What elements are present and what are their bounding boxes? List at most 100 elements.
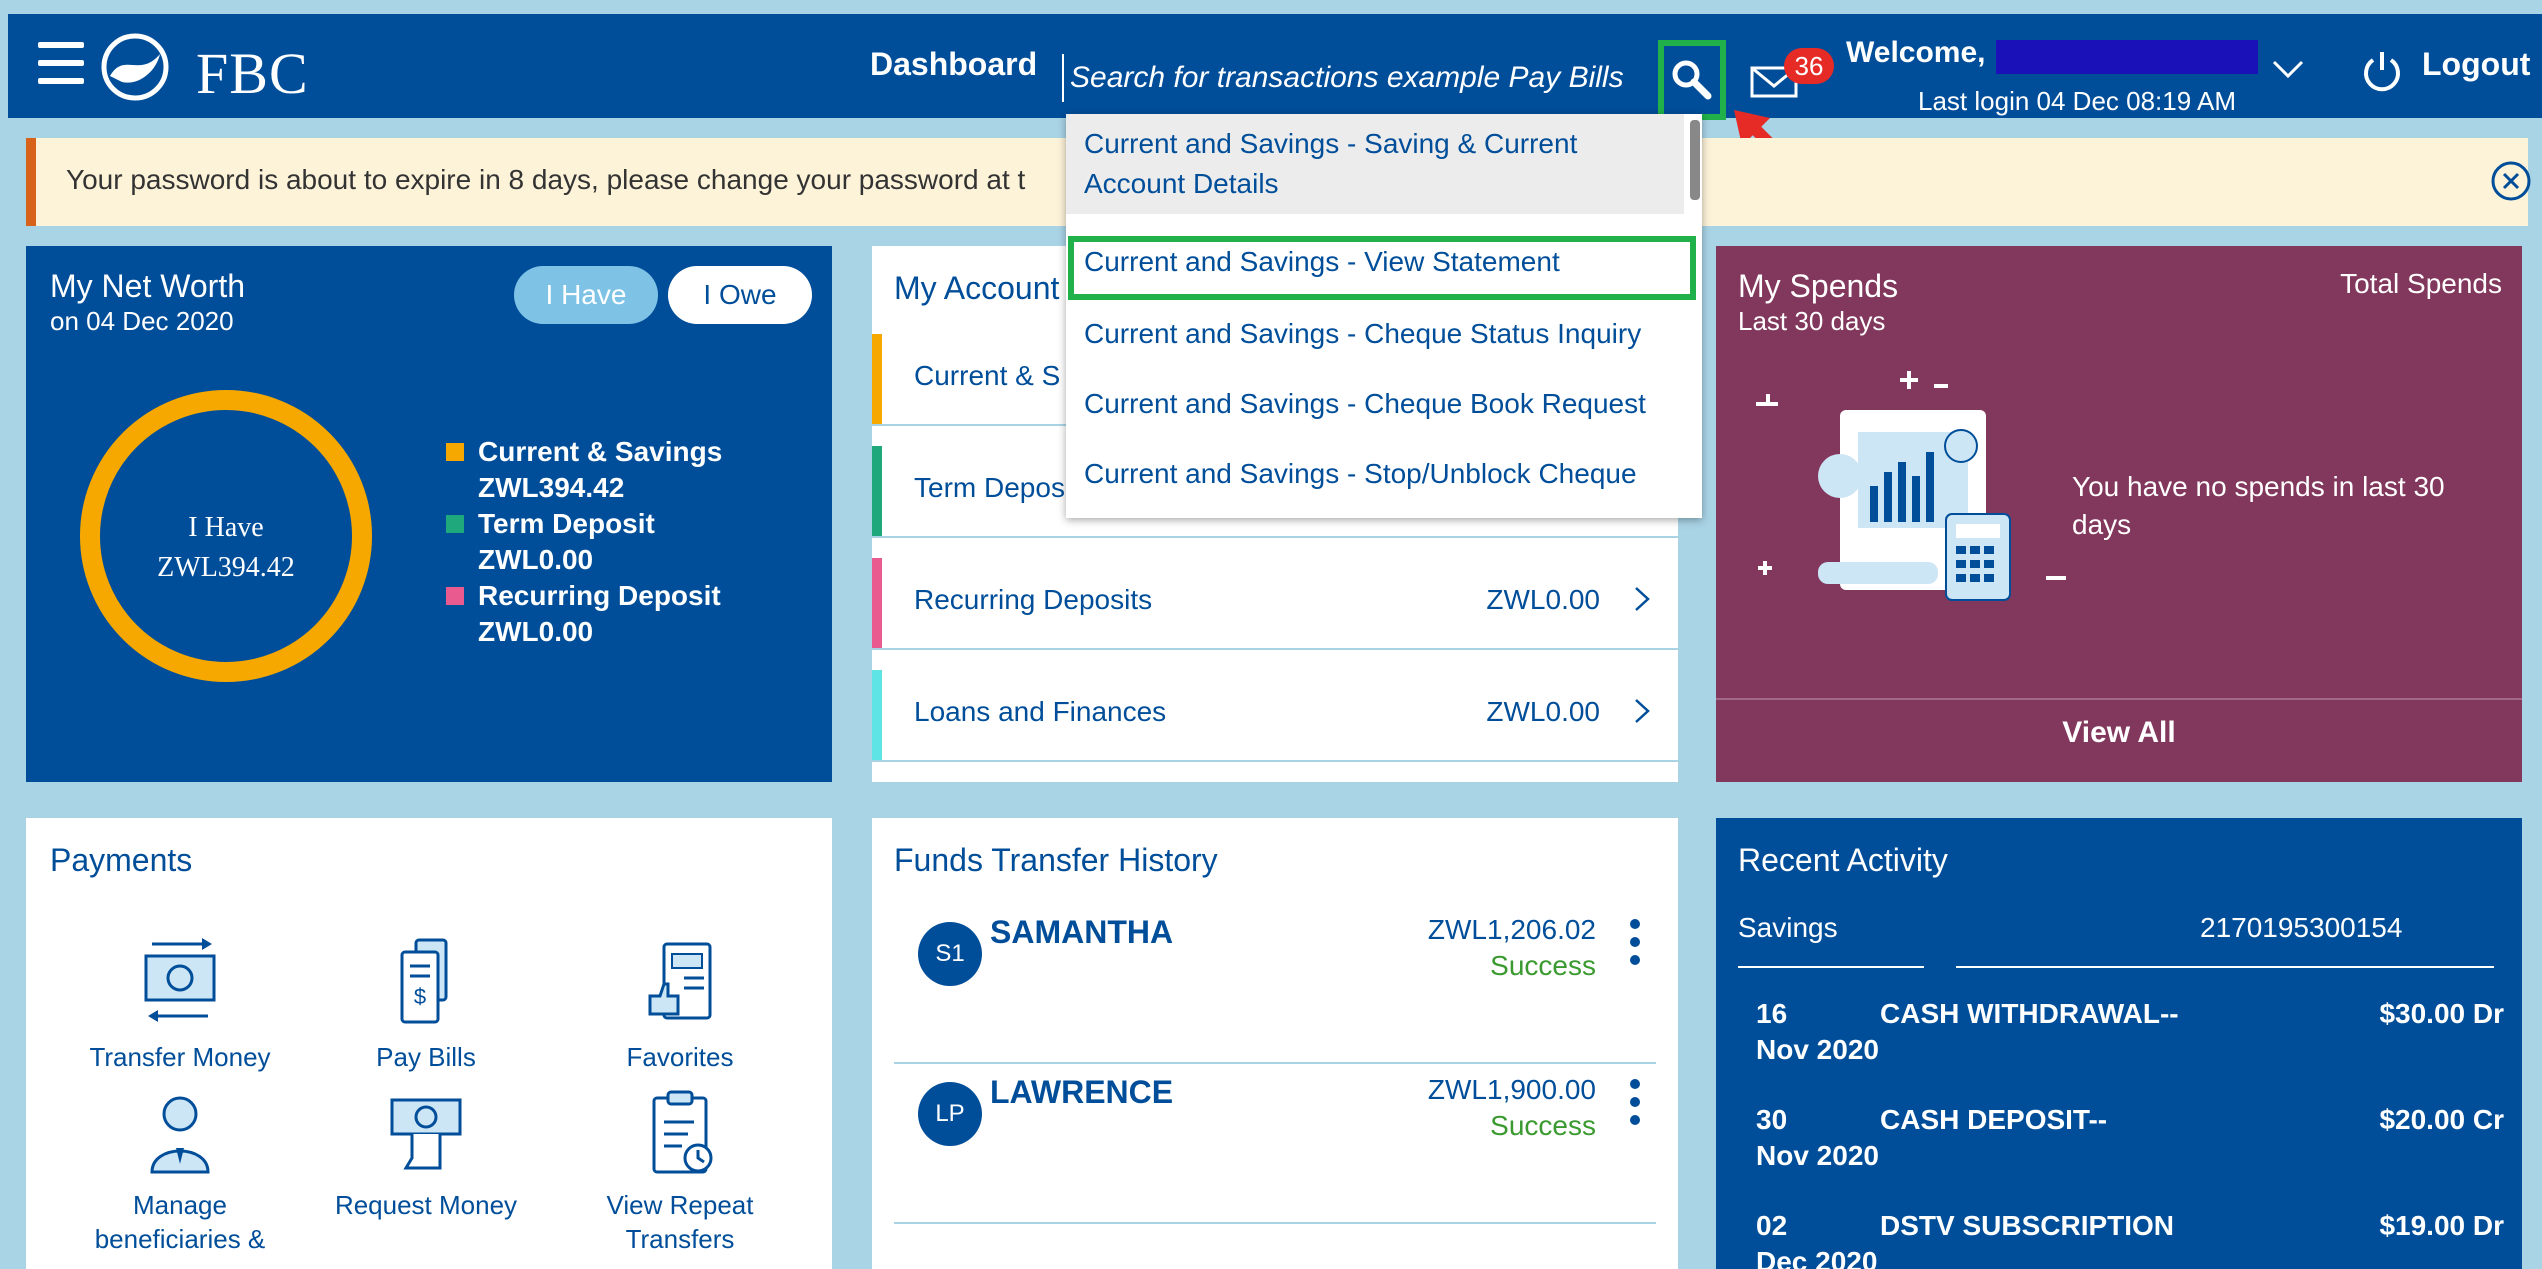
activity-month: Nov 2020 (1756, 1140, 1879, 1171)
activity-day: 16 (1756, 998, 1788, 1029)
activity-description: CASH DEPOSIT-- (1880, 1104, 2108, 1135)
card-title: Funds Transfer History (894, 842, 1218, 878)
power-icon[interactable] (2360, 48, 2404, 92)
legend-swatch (446, 443, 464, 461)
search-suggestion-item[interactable]: Current and Savings - Stop/Unblock Chequ… (1066, 454, 1684, 494)
more-options-icon[interactable] (1628, 916, 1642, 976)
transfer-amount: ZWL1,206.02 (1427, 914, 1596, 945)
welcome-label: Welcome, (1846, 36, 1986, 69)
chevron-right-icon[interactable] (1630, 584, 1654, 614)
my-spends-card: My Spends Last 30 days Total Spends You (1716, 246, 2522, 782)
beneficiary-name: LAWRENCE (990, 1074, 1174, 1110)
search-input[interactable]: Search for transactions example Pay Bill… (1062, 54, 1642, 102)
scrollbar[interactable] (1690, 120, 1700, 200)
recent-activity-card: Recent Activity Savings 2170195300154 16… (1716, 818, 2522, 1269)
net-worth-date: on 04 Dec 2020 (50, 306, 234, 336)
nav-dashboard-link[interactable]: Dashboard (870, 46, 1037, 83)
svg-text:$: $ (414, 984, 426, 1009)
payment-label: Transfer Money (89, 1042, 271, 1072)
account-row[interactable]: Loans and Finances ZWL0.00 (872, 650, 1678, 762)
total-spends-label[interactable]: Total Spends (2340, 268, 2502, 300)
activity-day: 02 (1756, 1210, 1788, 1241)
transfer-row[interactable]: S1 SAMANTHA ZWL1,206.02 Success (894, 914, 1656, 1064)
transfer-status: Success (1490, 950, 1596, 981)
activity-amount: $19.00 Dr (2379, 1210, 2504, 1241)
account-color-bar (872, 670, 882, 760)
highlight-box (1068, 236, 1696, 300)
legend-label: Current & Savings (478, 436, 723, 467)
activity-month: Dec 2020 (1756, 1246, 1878, 1269)
payment-label: Favorites (626, 1042, 734, 1072)
toggle-i-have[interactable]: I Have (514, 266, 658, 324)
chevron-down-icon[interactable] (2268, 50, 2308, 90)
pay-bills-icon: $ (400, 938, 448, 1024)
more-options-icon[interactable] (1628, 1076, 1642, 1136)
activity-month: Nov 2020 (1756, 1034, 1879, 1065)
payment-label: Pay Bills (376, 1042, 476, 1072)
payment-pay-bills[interactable]: $ Pay Bills (306, 934, 546, 1074)
account-type-select[interactable]: Savings (1738, 912, 1838, 944)
account-name: Term Depos (914, 472, 1065, 503)
manage-beneficiaries-icon (150, 1096, 210, 1174)
logout-button[interactable]: Logout (2422, 46, 2530, 83)
donut-center-label: I Have ZWL394.42 (76, 508, 376, 588)
payment-manage-beneficiaries[interactable]: Manage beneficiaries & (60, 1088, 300, 1256)
legend-value: ZWL0.00 (478, 616, 594, 647)
search-icon (1672, 60, 1712, 100)
activity-amount: $30.00 Dr (2379, 998, 2504, 1029)
report-illustration-icon (1756, 371, 2066, 601)
payment-label: Request Money (334, 1190, 518, 1220)
last-login-text: Last login 04 Dec 08:19 AM (1918, 86, 2236, 116)
card-title: My Net Worth (50, 268, 245, 304)
donut-center-title: I Have (188, 512, 264, 543)
activity-amount: $20.00 Cr (2379, 1104, 2504, 1135)
search-suggestion-item[interactable]: Current and Savings - Saving & Current A… (1066, 114, 1684, 214)
account-row[interactable]: Recurring Deposits ZWL0.00 (872, 538, 1678, 650)
request-money-icon (390, 1098, 462, 1170)
activity-description: DSTV SUBSCRIPTION (1880, 1210, 2175, 1241)
legend-value: ZWL394.42 (478, 472, 625, 503)
account-name: Recurring Deposits (914, 584, 1153, 615)
transfer-amount: ZWL1,900.00 (1427, 1074, 1596, 1105)
payments-card: Payments Transfer Money $ Pay Bills Favo… (26, 818, 832, 1269)
search-suggestion-item[interactable]: Current and Savings - Cheque Book Reques… (1066, 384, 1684, 424)
account-name: Current & S (914, 360, 1061, 391)
payment-request-money[interactable]: Request Money (306, 1088, 546, 1222)
alert-message: Your password is about to expire in 8 da… (66, 164, 1026, 195)
avatar: LP (918, 1082, 982, 1146)
transfer-row[interactable]: LP LAWRENCE ZWL1,900.00 Success (894, 1074, 1656, 1224)
view-all-button[interactable]: View All (1716, 716, 2522, 750)
hamburger-menu-icon[interactable] (38, 42, 84, 84)
close-icon[interactable] (2490, 160, 2532, 202)
account-color-bar (872, 558, 882, 648)
brand-name: FBC (196, 41, 309, 106)
card-title: Payments (50, 842, 193, 878)
toggle-i-owe[interactable]: I Owe (668, 266, 812, 324)
transfer-money-icon (144, 938, 216, 1022)
account-number-select[interactable]: 2170195300154 (2200, 912, 2402, 944)
payment-transfer-money[interactable]: Transfer Money (60, 934, 300, 1074)
chevron-right-icon[interactable] (1630, 696, 1654, 726)
legend-label: Recurring Deposit (478, 580, 721, 611)
account-color-bar (872, 446, 882, 536)
no-spends-message: You have no spends in last 30 days (2072, 471, 2445, 540)
funds-transfer-history-card: Funds Transfer History S1 SAMANTHA ZWL1,… (872, 818, 1678, 1269)
legend-item: Current & Savings (446, 434, 722, 470)
search-suggestion-item[interactable]: Current and Savings - Cheque Status Inqu… (1066, 314, 1684, 354)
legend-swatch (446, 515, 464, 533)
account-name: Loans and Finances (914, 696, 1167, 727)
transfer-status: Success (1490, 1110, 1596, 1141)
notification-badge: 36 (1784, 48, 1834, 84)
account-color-bar (872, 334, 882, 424)
net-worth-card: My Net Worth on 04 Dec 2020 I Have I Owe… (26, 246, 832, 782)
card-title: My Spends (1738, 268, 1899, 304)
search-button[interactable] (1658, 40, 1726, 120)
avatar: S1 (918, 922, 982, 986)
legend-item: Term Deposit (446, 506, 722, 542)
payment-label: Manage beneficiaries & (94, 1190, 266, 1254)
payment-view-repeat-transfers[interactable]: View Repeat Transfers (560, 1088, 800, 1256)
favorites-icon (648, 942, 712, 1020)
divider (1738, 966, 1924, 968)
payment-favorites[interactable]: Favorites (560, 934, 800, 1074)
payment-label: View Repeat Transfers (606, 1190, 754, 1254)
